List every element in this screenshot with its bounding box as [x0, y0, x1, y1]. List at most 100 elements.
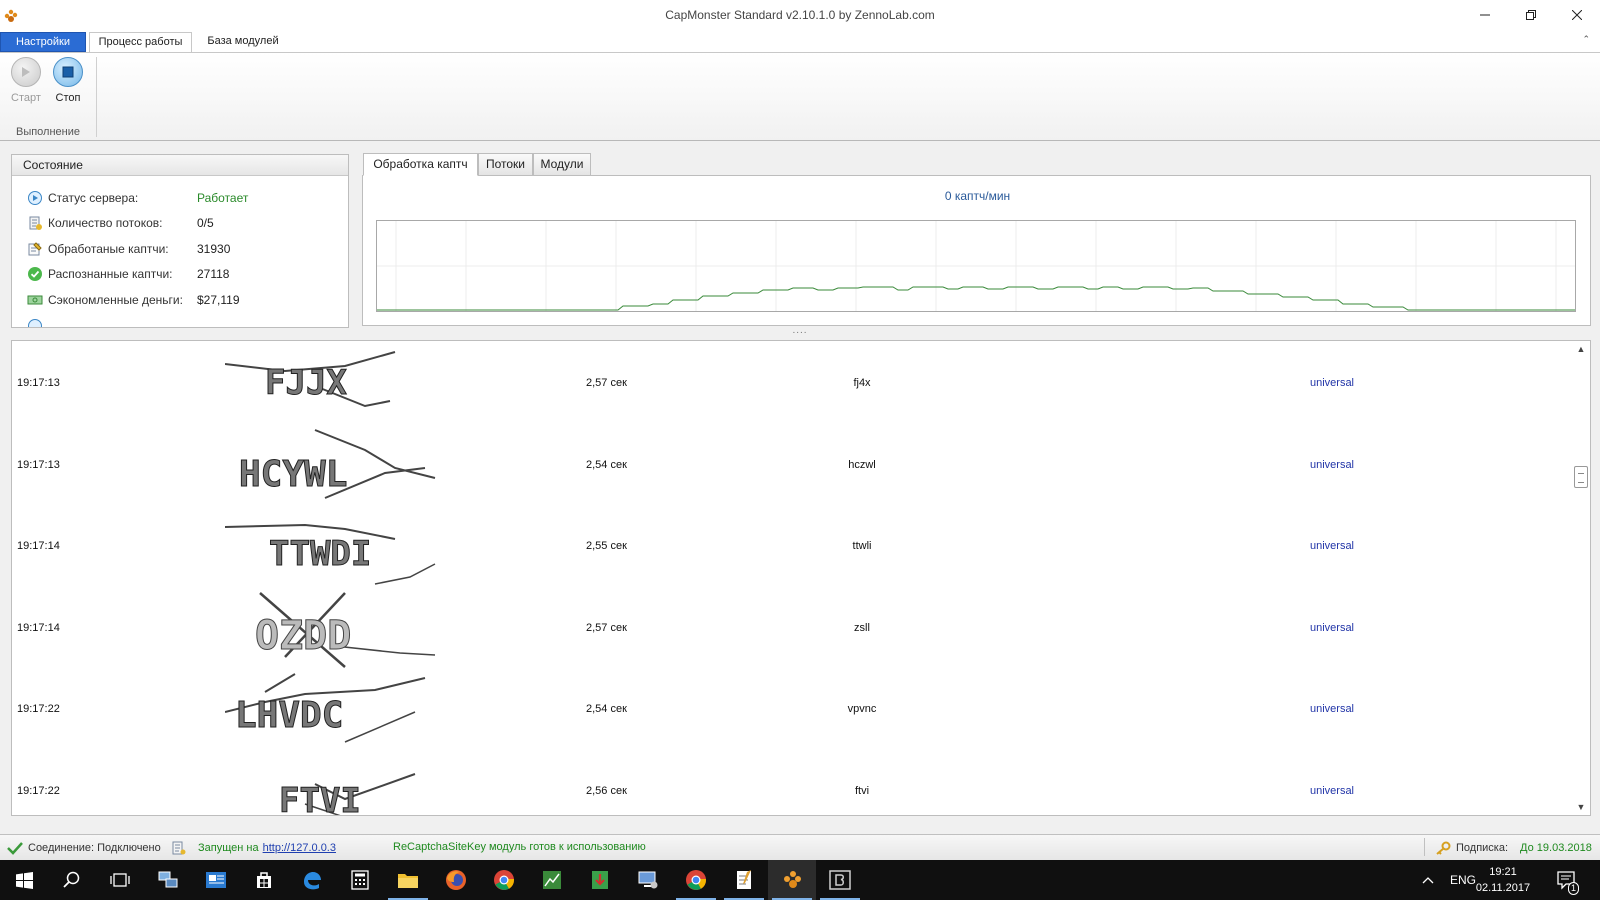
status-row-threads: Количество потоков: 0/5 — [27, 213, 347, 233]
svg-text:FTVI: FTVI — [279, 781, 361, 816]
firefox-icon[interactable] — [432, 860, 480, 900]
status-label: Статус сервера: — [48, 191, 139, 205]
main-area: Состояние Статус сервера: Работает Колич… — [0, 141, 1600, 834]
tab-module-base[interactable]: База модулей — [196, 32, 290, 52]
log-row[interactable]: 19:17:14 TTWDI 2,55 сек ttwli universal — [12, 506, 1572, 589]
tab-captcha-processing[interactable]: Обработка каптч — [363, 153, 478, 176]
outlook-icon[interactable] — [192, 860, 240, 900]
restore-icon — [1526, 10, 1536, 20]
processed-icon — [28, 242, 42, 256]
log-answer: fj4x — [853, 377, 871, 389]
task-view-icon[interactable] — [96, 860, 144, 900]
capmonster-taskbar-icon[interactable] — [768, 860, 816, 900]
status-value: 27118 — [197, 267, 230, 281]
group-label-execution: Выполнение — [15, 126, 81, 138]
log-duration: 2,54 сек — [586, 703, 627, 715]
captcha-image: FTVI — [279, 773, 416, 816]
recognized-icon — [28, 267, 42, 281]
tab-modules[interactable]: Модули — [533, 153, 591, 176]
log-module: universal — [1309, 459, 1355, 471]
subscription-until: До 19.03.2018 — [1520, 842, 1592, 854]
tab-process[interactable]: Процесс работы — [89, 32, 192, 52]
chrome-profile-icon[interactable] — [672, 860, 720, 900]
statusbar-separator — [1424, 838, 1425, 856]
captcha-image: LHVDC — [225, 673, 426, 743]
server-status-icon — [28, 191, 42, 205]
status-value: Работает — [197, 191, 249, 205]
status-value: 0/5 — [197, 216, 214, 230]
status-row-money: Сэкономленные деньги: $27,119 — [27, 290, 347, 310]
status-value: 31930 — [197, 242, 231, 256]
tab-threads[interactable]: Потоки — [478, 153, 533, 176]
download-app-icon[interactable] — [576, 860, 624, 900]
log-module: universal — [1309, 540, 1355, 552]
ribbon-tabs: Настройки Процесс работы База модулей ⌃ — [0, 30, 1600, 52]
log-answer: hczwl — [848, 459, 876, 471]
scroll-down-icon[interactable]: ▼ — [1576, 802, 1586, 812]
scroll-thumb[interactable] — [1574, 466, 1588, 488]
log-row[interactable]: 19:17:13 FJJX 2,57 сек fj4x universal — [12, 343, 1572, 426]
log-row[interactable]: 19:17:22 LHVDC 2,54 сек vpvnc universal — [12, 669, 1572, 752]
captcha-image: OZDD — [255, 592, 436, 668]
notification-count: 1 — [1568, 882, 1580, 895]
restore-button[interactable] — [1508, 0, 1554, 30]
captcha-rate: 0 каптч/мин — [944, 189, 1011, 203]
ribbon: Старт Стоп Выполнение — [0, 52, 1600, 141]
captcha-image: TTWDI — [225, 523, 436, 585]
status-bar: Соединение: Подключено Запущен на http:/… — [0, 834, 1600, 860]
file-explorer-icon[interactable] — [384, 860, 432, 900]
system-clock[interactable]: 19:21 02.11.2017 — [1468, 864, 1538, 896]
network-app-icon[interactable] — [144, 860, 192, 900]
remote-desktop-icon[interactable] — [624, 860, 672, 900]
stop-icon — [53, 57, 83, 87]
calculator-icon[interactable] — [336, 860, 384, 900]
close-button[interactable] — [1554, 0, 1600, 30]
svg-text:HCYWL: HCYWL — [239, 454, 347, 495]
terminal-app-icon[interactable] — [816, 860, 864, 900]
scroll-up-icon[interactable]: ▲ — [1576, 344, 1586, 354]
captcha-image: HCYWL — [239, 429, 436, 499]
stop-label: Стоп — [55, 92, 81, 104]
subscription-label: Подписка: — [1456, 842, 1509, 854]
search-icon[interactable] — [48, 860, 96, 900]
action-center-icon[interactable]: 1 — [1556, 860, 1580, 900]
start-button[interactable]: Старт — [6, 57, 46, 109]
splitter-handle[interactable]: .... — [0, 326, 1600, 337]
log-row[interactable]: 19:17:13 HCYWL 2,54 сек hczwl universal — [12, 425, 1572, 508]
svg-text:LHVDC: LHVDC — [235, 695, 343, 736]
log-answer: vpvnc — [847, 703, 877, 715]
log-time: 19:17:14 — [17, 540, 60, 552]
status-label: Сэкономленные деньги: — [48, 293, 183, 307]
status-row-clipped — [27, 316, 347, 327]
money-icon — [27, 295, 43, 305]
log-duration: 2,55 сек — [586, 540, 627, 552]
notepad-icon[interactable] — [720, 860, 768, 900]
stop-button[interactable]: Стоп — [48, 57, 88, 109]
log-module: universal — [1309, 622, 1355, 634]
title-bar: CapMonster Standard v2.10.1.0 by ZennoLa… — [0, 0, 1600, 30]
log-row[interactable]: 19:17:22 FTVI 2,56 сек ftvi universal — [12, 751, 1572, 816]
log-duration: 2,57 сек — [586, 377, 627, 389]
play-icon — [11, 57, 41, 87]
log-time: 19:17:14 — [17, 622, 60, 634]
tab-settings[interactable]: Настройки — [0, 32, 86, 52]
log-duration: 2,54 сек — [586, 459, 627, 471]
windows-start-icon[interactable] — [0, 860, 48, 900]
log-row[interactable]: 19:17:14 OZDD 2,57 сек zsll universal — [12, 588, 1572, 671]
chart-app-icon[interactable] — [528, 860, 576, 900]
server-url-link[interactable]: http://127.0.0.3 — [263, 842, 336, 854]
chart-body: 0 каптч/мин — [362, 175, 1591, 326]
windows-taskbar: ENG 19:21 02.11.2017 1 — [0, 860, 1600, 900]
chrome-icon[interactable] — [480, 860, 528, 900]
connection-status: Соединение: Подключено — [7, 841, 161, 855]
vertical-scrollbar[interactable]: ▲ ▼ — [1572, 341, 1590, 815]
edge-browser-icon[interactable] — [288, 860, 336, 900]
captcha-log: 19:17:13 FJJX 2,57 сек fj4x universal 19:17:1… — [11, 340, 1591, 816]
svg-text:FJJX: FJJX — [265, 363, 347, 403]
tray-chevron-icon[interactable] — [1422, 860, 1434, 900]
minimize-icon — [1480, 14, 1490, 16]
store-icon[interactable] — [240, 860, 288, 900]
minimize-button[interactable] — [1462, 0, 1508, 30]
collapse-ribbon-icon[interactable]: ⌃ — [1582, 34, 1590, 45]
log-answer: ftvi — [854, 785, 870, 797]
